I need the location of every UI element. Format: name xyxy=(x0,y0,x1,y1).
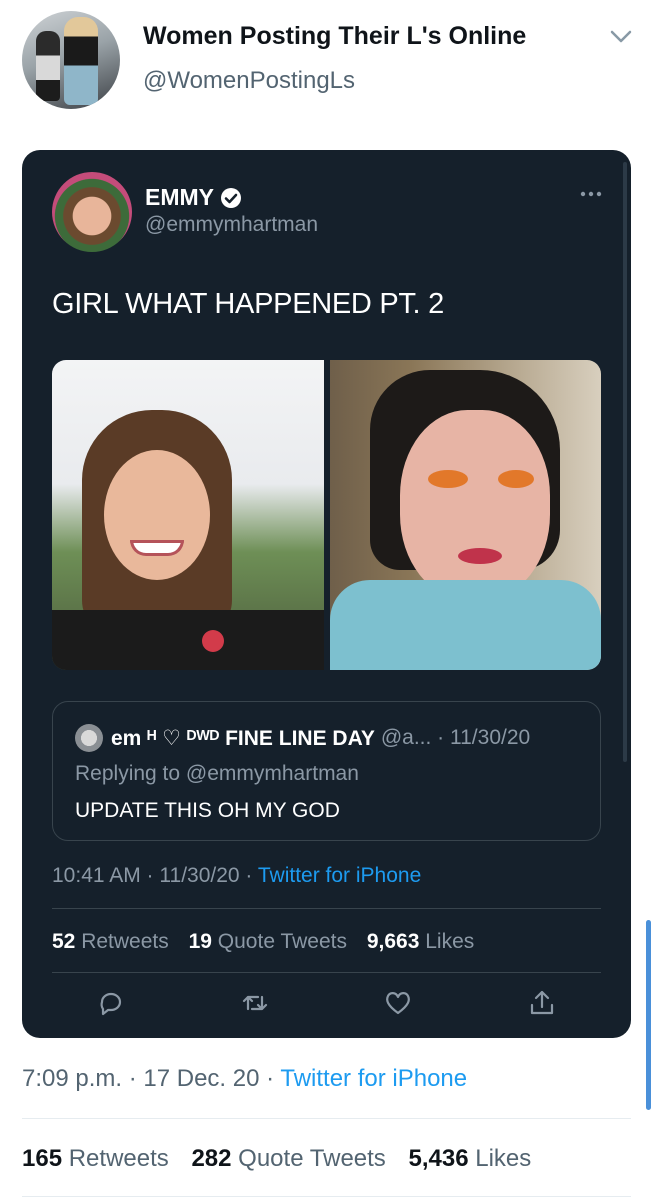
photo-smile xyxy=(130,540,184,556)
share-icon[interactable] xyxy=(527,988,557,1018)
photo-eyeshadow-left xyxy=(428,470,468,488)
inner-retweets-stat[interactable]: 52 Retweets xyxy=(52,930,169,953)
divider xyxy=(22,1118,631,1119)
inner-likes-stat[interactable]: 9,663 Likes xyxy=(367,930,474,953)
photo-eyeshadow-right xyxy=(498,470,534,488)
outer-likes-stat[interactable]: 5,436 Likes xyxy=(408,1145,531,1172)
outer-tweet-header: Women Posting Their L's Online @WomenPos… xyxy=(0,0,653,120)
reply-prefix: Replying to xyxy=(75,762,186,785)
outer-source-link[interactable]: Twitter for iPhone xyxy=(280,1065,467,1092)
verified-badge-icon xyxy=(221,187,241,208)
inner-author-name[interactable]: EMMY xyxy=(145,184,214,211)
outer-timestamp[interactable]: 7:09 p.m. · 17 Dec. 20 · xyxy=(22,1065,280,1092)
avatar-figure-right xyxy=(64,17,98,105)
tweet-photo-after[interactable] xyxy=(330,360,601,670)
more-options-icon[interactable] xyxy=(579,190,603,198)
outer-stats-row: 165 Retweets 282 Quote Tweets 5,436 Like… xyxy=(22,1145,547,1173)
page-scrollbar[interactable] xyxy=(646,920,651,1110)
embedded-tweet-screenshot: EMMY @emmymhartman GIRL WHAT HAPPENED PT… xyxy=(22,150,631,1038)
avatar-figure-left xyxy=(36,31,60,101)
inner-timestamp-row: 10:41 AM · 11/30/20 · Twitter for iPhone xyxy=(52,864,421,888)
quoted-tweet-header: em ᴴ ♡ ᴰᵂᴰ FINE LINE DAY @a... · 11/30/2… xyxy=(75,724,530,752)
photo-dress xyxy=(52,610,324,670)
quoted-author-name: em ᴴ ♡ ᴰᵂᴰ FINE LINE DAY xyxy=(111,726,375,750)
inner-stats-row: 52 Retweets 19 Quote Tweets 9,663 Likes xyxy=(52,930,488,954)
tweet-photo-before[interactable] xyxy=(52,360,324,670)
photo-fur-coat xyxy=(330,580,601,670)
quoted-tweet[interactable]: em ᴴ ♡ ᴰᵂᴰ FINE LINE DAY @a... · 11/30/2… xyxy=(52,701,601,841)
divider xyxy=(52,908,601,909)
inner-author-avatar[interactable] xyxy=(52,172,132,252)
inner-timestamp[interactable]: 10:41 AM · 11/30/20 · xyxy=(52,864,258,887)
outer-author-handle[interactable]: @WomenPostingLs xyxy=(143,67,355,95)
inner-author-name-row: EMMY xyxy=(145,184,242,211)
outer-author-avatar[interactable] xyxy=(22,11,120,109)
retweet-icon[interactable] xyxy=(240,988,270,1018)
chevron-down-icon[interactable] xyxy=(608,26,634,46)
outer-timestamp-row: 7:09 p.m. · 17 Dec. 20 · Twitter for iPh… xyxy=(22,1065,467,1093)
like-heart-icon[interactable] xyxy=(383,988,413,1018)
divider xyxy=(52,972,601,973)
outer-quote-tweets-stat[interactable]: 282 Quote Tweets xyxy=(191,1145,385,1172)
reply-icon[interactable] xyxy=(96,988,126,1018)
inner-source-link[interactable]: Twitter for iPhone xyxy=(258,864,421,887)
inner-tweet-text: GIRL WHAT HAPPENED PT. 2 xyxy=(52,288,444,320)
inner-quote-tweets-stat[interactable]: 19 Quote Tweets xyxy=(189,930,347,953)
reply-mention: @emmymhartman xyxy=(185,762,359,785)
photo-flower xyxy=(202,630,224,652)
outer-author-name[interactable]: Women Posting Their L's Online xyxy=(143,22,526,51)
quoted-tweet-text: UPDATE THIS OH MY GOD xyxy=(75,799,340,822)
quoted-reply-line: Replying to @emmymhartman xyxy=(75,762,359,786)
tweet-action-bar xyxy=(52,988,601,1024)
card-scrollbar xyxy=(623,162,627,762)
photo-face xyxy=(104,450,210,580)
divider xyxy=(22,1196,631,1197)
quoted-author-avatar xyxy=(75,724,103,752)
inner-author-handle[interactable]: @emmymhartman xyxy=(145,213,318,237)
photo-face xyxy=(400,410,550,600)
outer-retweets-stat[interactable]: 165 Retweets xyxy=(22,1145,169,1172)
quoted-author-meta: @a... · 11/30/20 xyxy=(380,726,531,749)
photo-lips xyxy=(458,548,502,564)
